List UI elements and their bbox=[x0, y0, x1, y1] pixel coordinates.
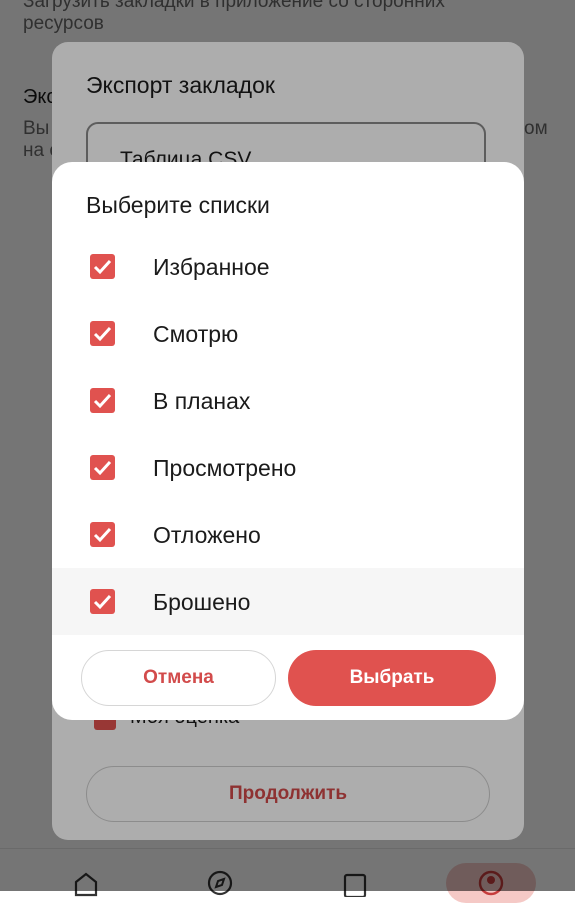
list-option-label: Брошено bbox=[153, 589, 251, 615]
checkbox-checked-icon[interactable] bbox=[90, 589, 115, 614]
list-option-watching[interactable]: Смотрю bbox=[52, 300, 524, 367]
checkbox-checked-icon[interactable] bbox=[90, 388, 115, 413]
cancel-button[interactable]: Отмена bbox=[81, 650, 276, 706]
dialog-title: Выберите списки bbox=[86, 192, 270, 218]
list-option-dropped[interactable]: Брошено bbox=[52, 568, 524, 635]
list-option-postponed[interactable]: Отложено bbox=[52, 501, 524, 568]
list-option-planned[interactable]: В планах bbox=[52, 367, 524, 434]
list-option-label: Отложено bbox=[153, 522, 261, 548]
list-option-watched[interactable]: Просмотрено bbox=[52, 434, 524, 501]
confirm-button[interactable]: Выбрать bbox=[288, 650, 496, 706]
checkbox-checked-icon[interactable] bbox=[90, 321, 115, 346]
select-lists-dialog: Выберите списки Избранное Смотрю В плана… bbox=[52, 162, 524, 720]
checkbox-checked-icon[interactable] bbox=[90, 522, 115, 547]
list-option-favorites[interactable]: Избранное bbox=[52, 233, 524, 300]
list-option-label: Смотрю bbox=[153, 321, 239, 347]
checkbox-checked-icon[interactable] bbox=[90, 455, 115, 480]
list-option-label: Избранное bbox=[153, 254, 270, 280]
list-option-label: Просмотрено bbox=[153, 455, 297, 481]
list-option-label: В планах bbox=[153, 388, 251, 414]
checkbox-checked-icon[interactable] bbox=[90, 254, 115, 279]
